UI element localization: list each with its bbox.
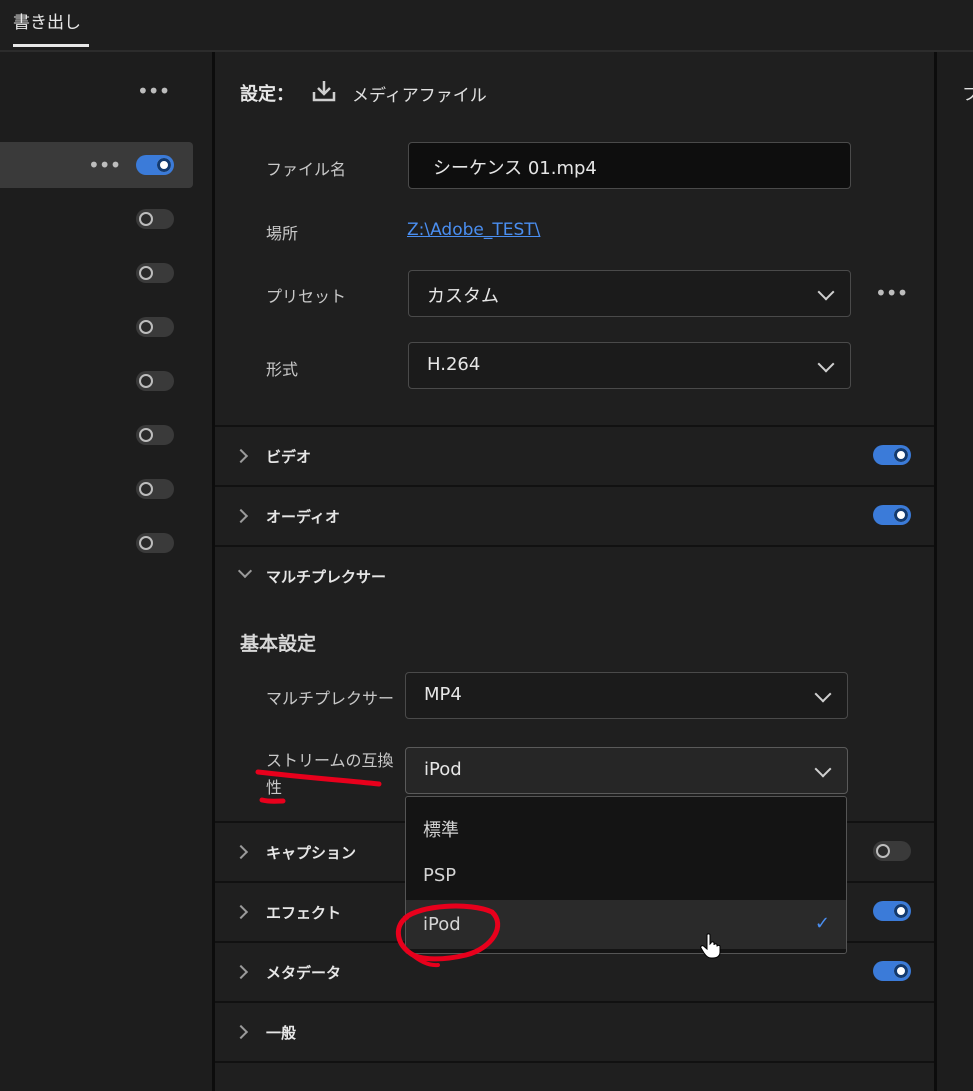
destination-type: メディアファイル (352, 86, 487, 106)
destination-toggle-8[interactable] (136, 533, 174, 553)
destinations-panel (0, 52, 212, 1091)
multiplexer-value: MP4 (424, 684, 462, 705)
top-bar (0, 0, 973, 52)
chevron-down-icon (817, 283, 835, 301)
preview-title-fragment: フ (962, 85, 973, 105)
video-toggle[interactable] (873, 445, 911, 465)
stream-compat-menu: 標準 PSP iPod ✓ (405, 796, 847, 954)
basic-settings-heading: 基本設定 (240, 633, 317, 655)
section-divider (215, 485, 934, 487)
tab-export[interactable]: 書き出し (13, 8, 81, 33)
checkmark-icon: ✓ (814, 913, 830, 934)
destination-toggle-3[interactable] (136, 263, 174, 283)
preset-value: カスタム (427, 286, 499, 307)
tab-active-indicator (13, 44, 89, 47)
preset-dropdown[interactable]: カスタム (408, 270, 851, 317)
filename-label: ファイル名 (266, 160, 347, 179)
stream-compat-label-2: 性 (266, 778, 283, 797)
chevron-down-icon (814, 685, 832, 703)
hand-cursor-icon (700, 933, 721, 959)
section-divider (215, 1061, 934, 1063)
format-value: H.264 (427, 354, 481, 375)
chevron-down-icon (817, 355, 835, 373)
metadata-toggle[interactable] (873, 961, 911, 981)
stream-compat-label-1: ストリームの互換 (266, 751, 394, 770)
destination-toggle-2[interactable] (136, 209, 174, 229)
section-general[interactable]: 一般 (266, 1022, 296, 1043)
location-link[interactable]: Z:\Adobe_TEST\ (407, 220, 540, 240)
menu-item-standard[interactable]: 標準 (406, 802, 846, 851)
stream-compat-value: iPod (424, 759, 462, 780)
location-label: 場所 (266, 224, 299, 243)
preset-label: プリセット (266, 287, 347, 306)
section-divider (215, 1001, 934, 1003)
effects-toggle[interactable] (873, 901, 911, 921)
menu-item-ipod[interactable]: iPod ✓ (406, 900, 846, 949)
format-label: 形式 (266, 360, 299, 379)
preview-panel (937, 52, 973, 1091)
section-divider (215, 545, 934, 547)
more-options-icon[interactable]: ••• (137, 81, 170, 101)
row-more-icon[interactable]: ••• (88, 155, 121, 175)
audio-toggle[interactable] (873, 505, 911, 525)
preset-more-icon[interactable]: ••• (875, 283, 908, 303)
multiplexer-dropdown[interactable]: MP4 (405, 672, 848, 719)
destination-toggle-1[interactable] (136, 155, 174, 175)
section-metadata[interactable]: メタデータ (266, 962, 341, 983)
filename-field[interactable]: シーケンス 01.mp4 (408, 142, 851, 189)
chevron-down-icon (814, 760, 832, 778)
menu-item-psp[interactable]: PSP (406, 851, 846, 900)
section-video[interactable]: ビデオ (266, 446, 311, 467)
section-divider (215, 425, 934, 427)
section-captions[interactable]: キャプション (266, 842, 356, 863)
multiplexer-label: マルチプレクサー (266, 689, 395, 708)
section-effects[interactable]: エフェクト (266, 902, 341, 923)
destination-toggle-7[interactable] (136, 479, 174, 499)
download-icon (311, 78, 337, 104)
destination-toggle-4[interactable] (136, 317, 174, 337)
format-dropdown[interactable]: H.264 (408, 342, 851, 389)
destination-toggle-6[interactable] (136, 425, 174, 445)
captions-toggle[interactable] (873, 841, 911, 861)
destination-toggle-5[interactable] (136, 371, 174, 391)
section-multiplexer[interactable]: マルチプレクサー (266, 566, 386, 587)
stream-compat-dropdown[interactable]: iPod (405, 747, 848, 794)
section-audio[interactable]: オーディオ (266, 506, 340, 527)
settings-heading: 設定： (240, 84, 294, 105)
filename-value: シーケンス 01.mp4 (433, 158, 597, 179)
